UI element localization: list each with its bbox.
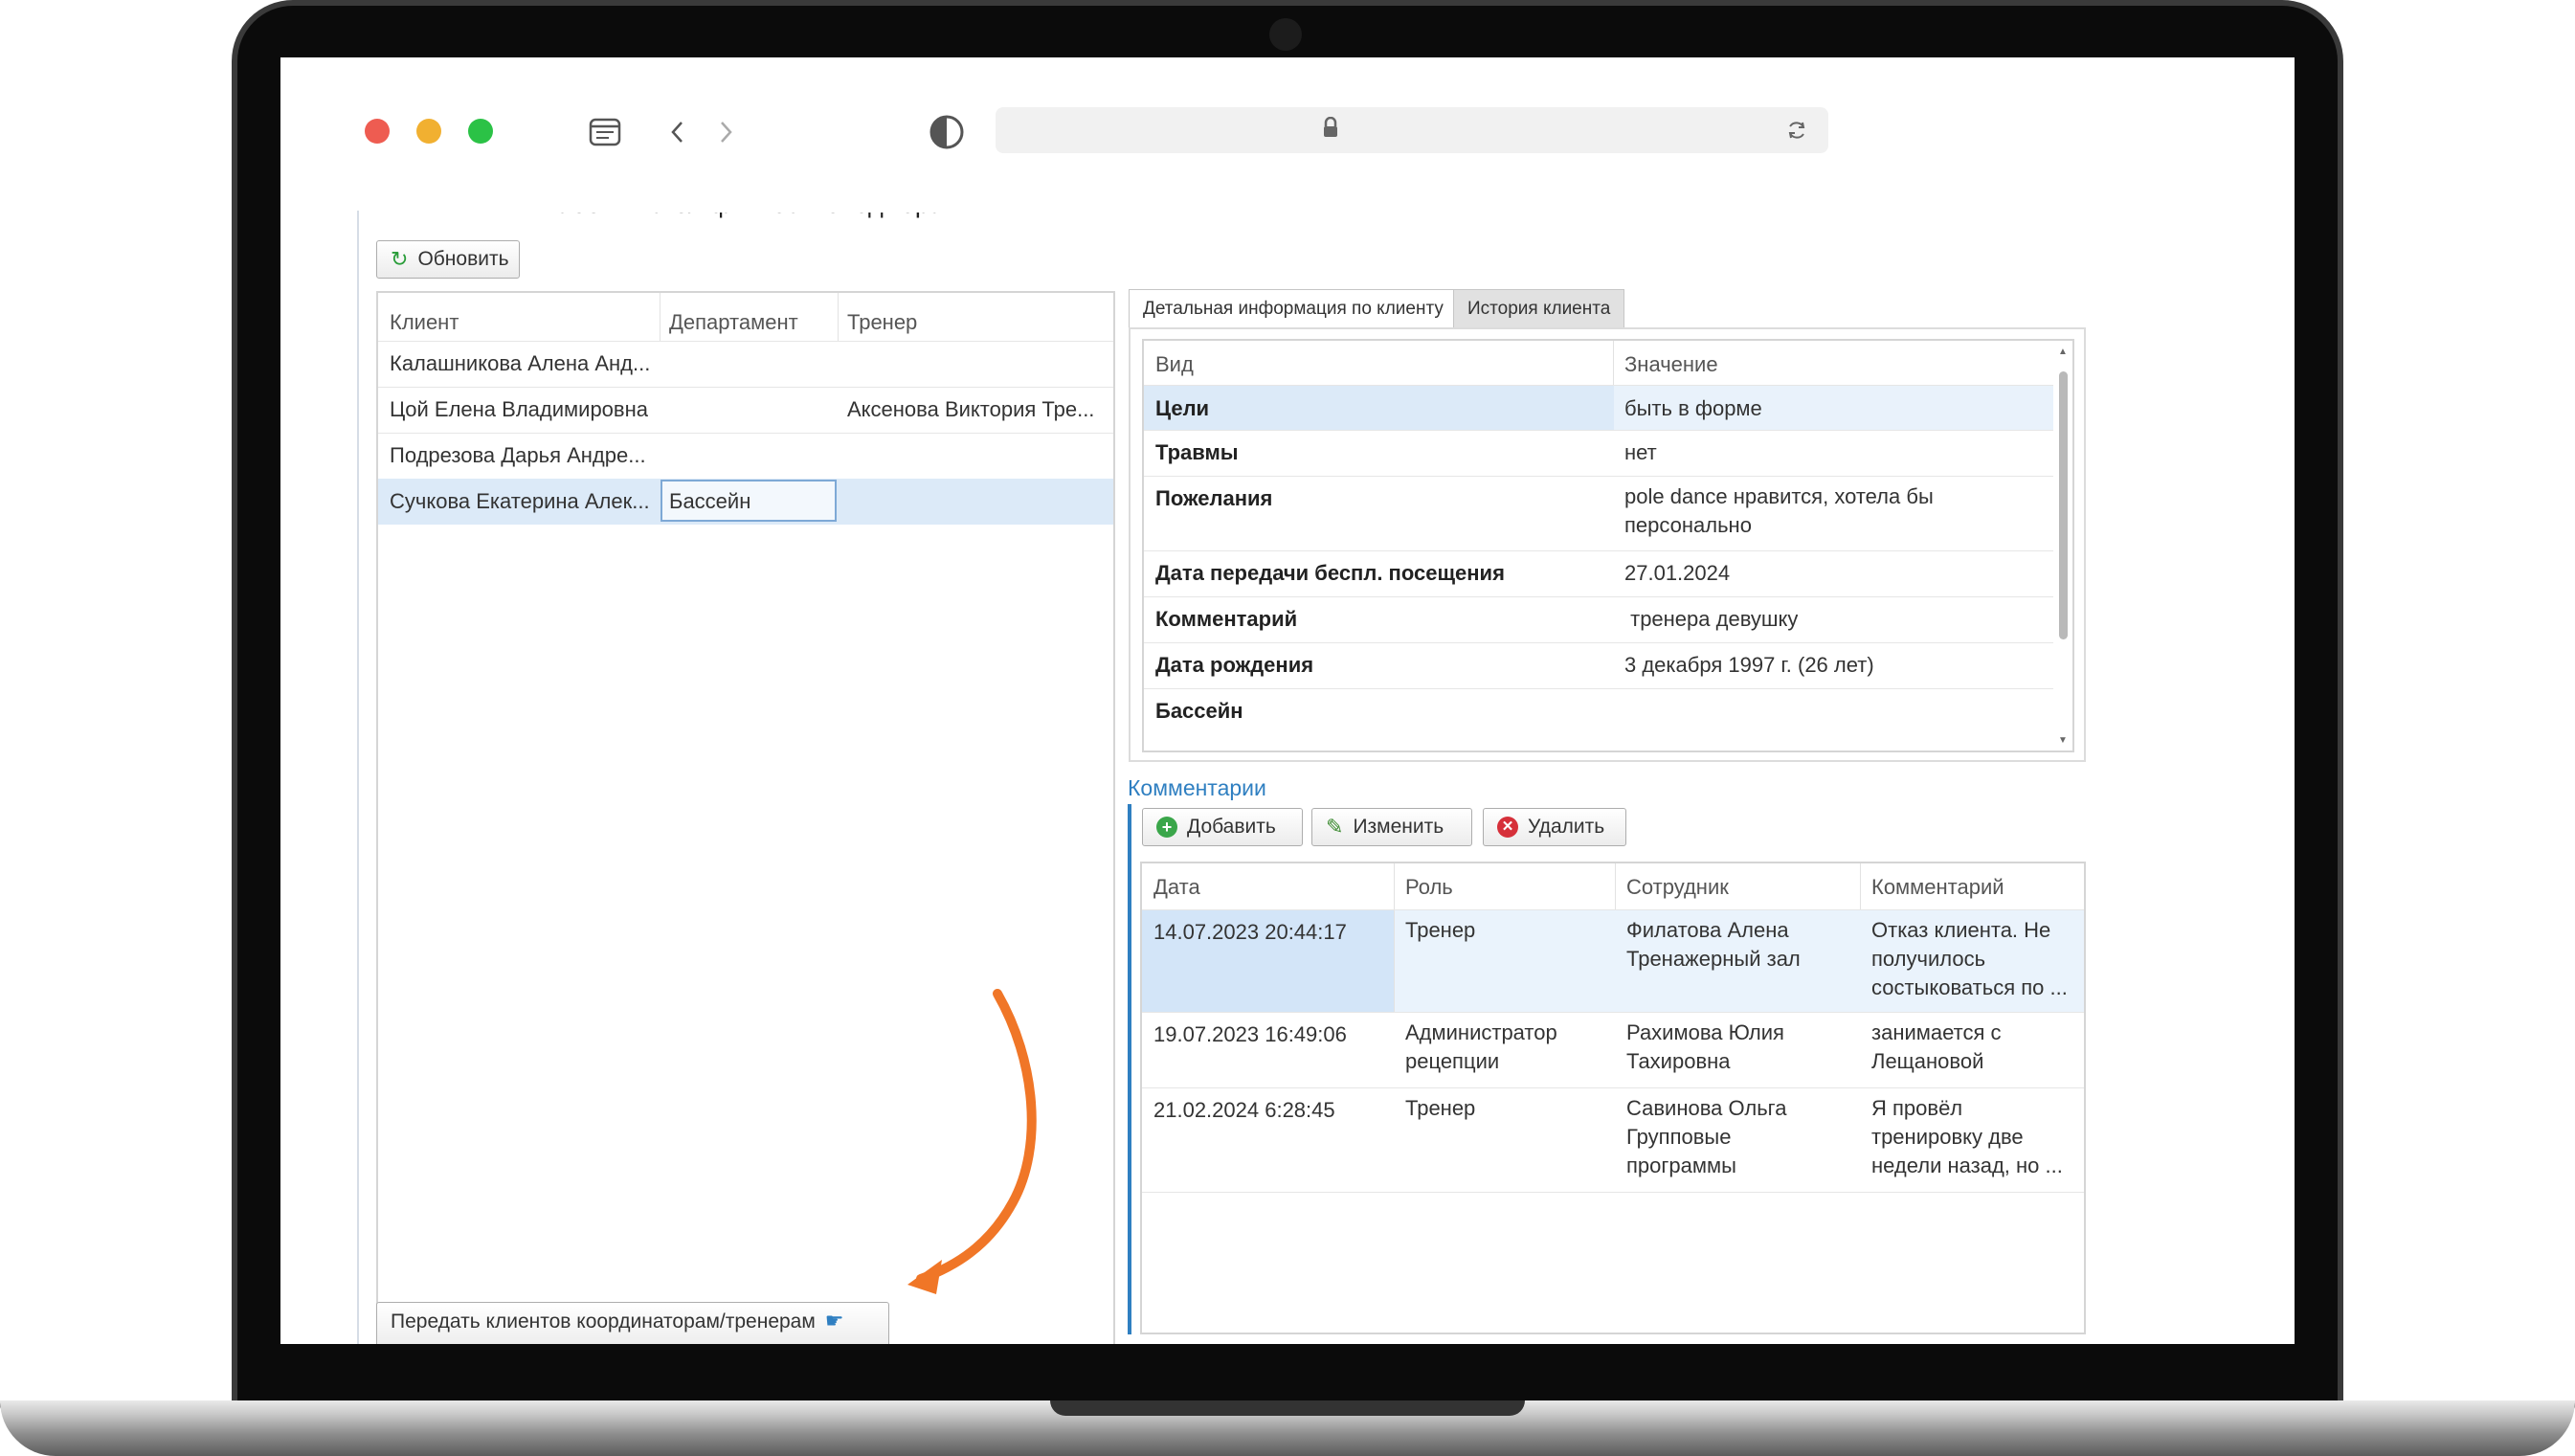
stage: Рабочий стол фитнес-менеджера ↻ Обновить… bbox=[0, 0, 2575, 1456]
annotation-arrow bbox=[907, 989, 1037, 1294]
